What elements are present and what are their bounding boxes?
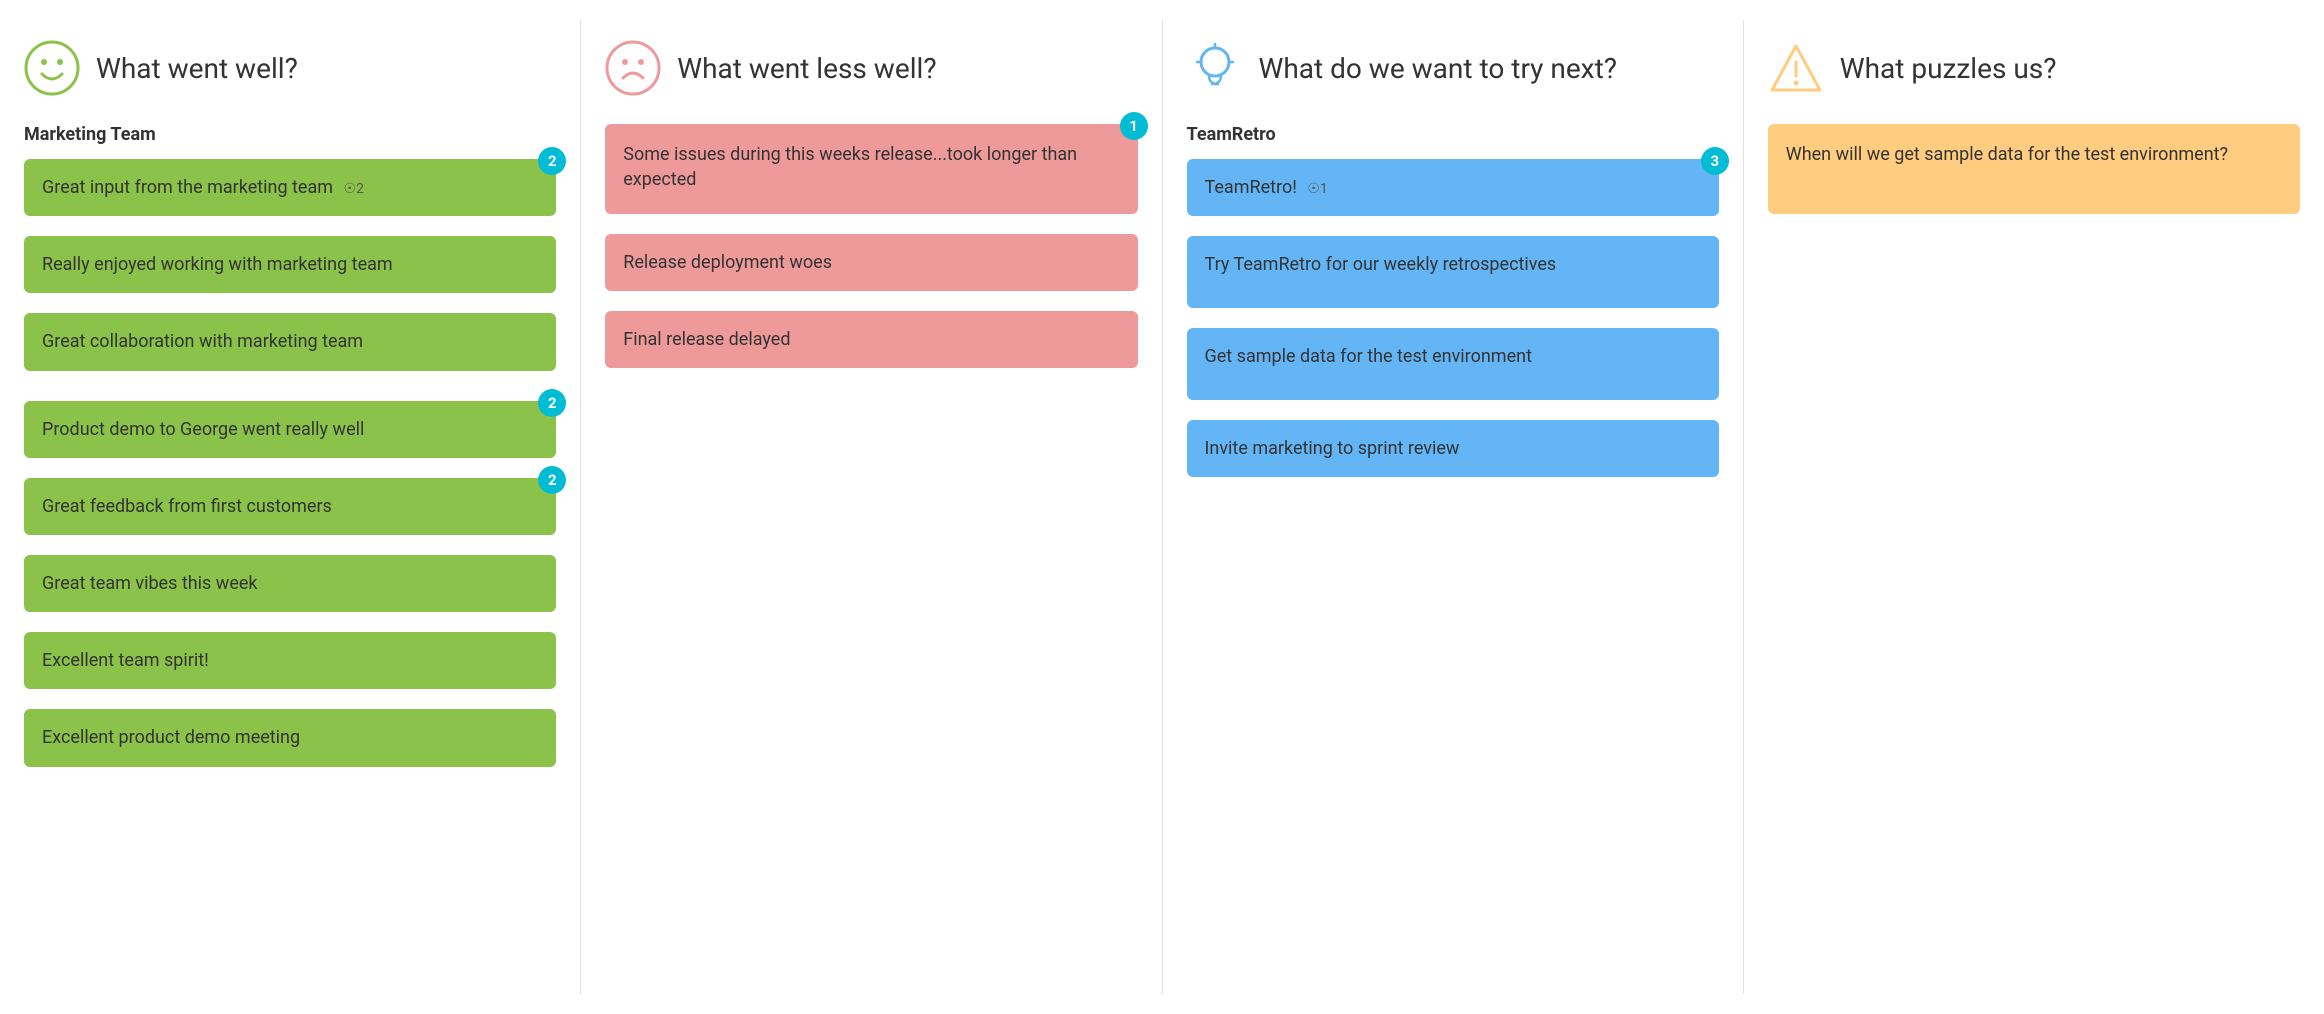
card-group-2: Really enjoyed working with marketing te… [24,236,556,293]
card-product-demo-meeting[interactable]: Excellent product demo meeting [24,709,556,766]
retro-board: What went well? Marketing Team Great inp… [0,0,2324,1014]
column-try-next: What do we want to try next? TeamRetro T… [1163,20,1744,994]
column-title-went-well: What went well? [96,52,298,85]
card-text: Excellent product demo meeting [42,725,538,750]
card-group-try-teamretro: Try TeamRetro for our weekly retrospecti… [1187,236,1719,308]
card-really-enjoyed[interactable]: Really enjoyed working with marketing te… [24,236,556,293]
card-sample-data-puzzle[interactable]: When will we get sample data for the tes… [1768,124,2300,214]
column-title-try-next: What do we want to try next? [1259,52,1617,85]
column-title-puzzles: What puzzles us? [1840,52,2057,85]
cards-puzzles: When will we get sample data for the tes… [1768,124,2300,224]
column-less-well: What went less well? Some issues during … [581,20,1162,994]
section-label-marketing: Marketing Team [24,124,556,145]
lightbulb-icon [1187,40,1243,96]
card-text: Great collaboration with marketing team [42,329,538,354]
card-text: Get sample data for the test environment [1205,344,1701,369]
card-final-release[interactable]: Final release delayed [605,311,1137,368]
card-group-1: Great input from the marketing team ☉2 2 [24,159,556,216]
card-group-8: Excellent product demo meeting [24,709,556,766]
card-text: TeamRetro! ☉1 [1205,175,1701,200]
badge-2b: 2 [538,389,566,417]
badge-1: 1 [1120,112,1148,140]
card-group-invite-marketing: Invite marketing to sprint review [1187,420,1719,477]
column-header-went-well: What went well? [24,40,556,96]
vote-icon: ☉2 [344,180,364,200]
card-group-teamretro: TeamRetro! ☉1 3 [1187,159,1719,216]
badge-2c: 2 [538,466,566,494]
vote-icon-tr: ☉1 [1307,180,1327,200]
card-team-vibes[interactable]: Great team vibes this week [24,555,556,612]
card-group-puzzles-1: When will we get sample data for the tes… [1768,124,2300,214]
column-title-less-well: What went less well? [677,52,936,85]
card-group-final-release: Final release delayed [605,311,1137,368]
card-text: Great input from the marketing team ☉2 [42,175,538,200]
card-some-issues[interactable]: Some issues during this weeks release...… [605,124,1137,214]
card-group-deployment: Release deployment woes [605,234,1137,291]
card-group-6: Great team vibes this week [24,555,556,612]
warning-icon [1768,40,1824,96]
card-group-5: Great feedback from first customers 2 [24,478,556,535]
card-sample-data[interactable]: Get sample data for the test environment [1187,328,1719,400]
cards-try-next: TeamRetro! ☉1 3 Try TeamRetro for our we… [1187,159,1719,487]
card-group-3: Great collaboration with marketing team [24,313,556,370]
card-text: Product demo to George went really well [42,417,538,442]
card-great-collab[interactable]: Great collaboration with marketing team [24,313,556,370]
column-header-less-well: What went less well? [605,40,1137,96]
card-great-input[interactable]: Great input from the marketing team ☉2 [24,159,556,216]
card-text: When will we get sample data for the tes… [1786,142,2282,167]
card-text: Try TeamRetro for our weekly retrospecti… [1205,252,1701,277]
card-teamretro[interactable]: TeamRetro! ☉1 [1187,159,1719,216]
frowny-icon [605,40,661,96]
cards-went-well: Great input from the marketing team ☉2 2… [24,159,556,777]
card-group-issues: Some issues during this weeks release...… [605,124,1137,214]
column-header-try-next: What do we want to try next? [1187,40,1719,96]
smiley-icon [24,40,80,96]
card-text: Great feedback from first customers [42,494,538,519]
card-group-7: Excellent team spirit! [24,632,556,689]
card-text: Some issues during this weeks release...… [623,142,1119,192]
column-puzzles: What puzzles us? When will we get sample… [1744,20,2324,994]
column-header-puzzles: What puzzles us? [1768,40,2300,96]
card-team-spirit[interactable]: Excellent team spirit! [24,632,556,689]
column-went-well: What went well? Marketing Team Great inp… [0,20,581,994]
card-group-4: Product demo to George went really well … [24,401,556,458]
badge-2: 2 [538,147,566,175]
card-text: Really enjoyed working with marketing te… [42,252,538,277]
card-text: Release deployment woes [623,250,1119,275]
badge-3: 3 [1701,147,1729,175]
card-try-teamretro[interactable]: Try TeamRetro for our weekly retrospecti… [1187,236,1719,308]
section-label-teamretro: TeamRetro [1187,124,1719,145]
card-text: Invite marketing to sprint review [1205,436,1701,461]
card-product-demo[interactable]: Product demo to George went really well [24,401,556,458]
card-invite-marketing[interactable]: Invite marketing to sprint review [1187,420,1719,477]
cards-less-well: Some issues during this weeks release...… [605,124,1137,378]
card-group-sample-data: Get sample data for the test environment [1187,328,1719,400]
card-great-feedback[interactable]: Great feedback from first customers [24,478,556,535]
card-text: Excellent team spirit! [42,648,538,673]
card-text: Great team vibes this week [42,571,538,596]
card-text: Final release delayed [623,327,1119,352]
card-deployment-woes[interactable]: Release deployment woes [605,234,1137,291]
